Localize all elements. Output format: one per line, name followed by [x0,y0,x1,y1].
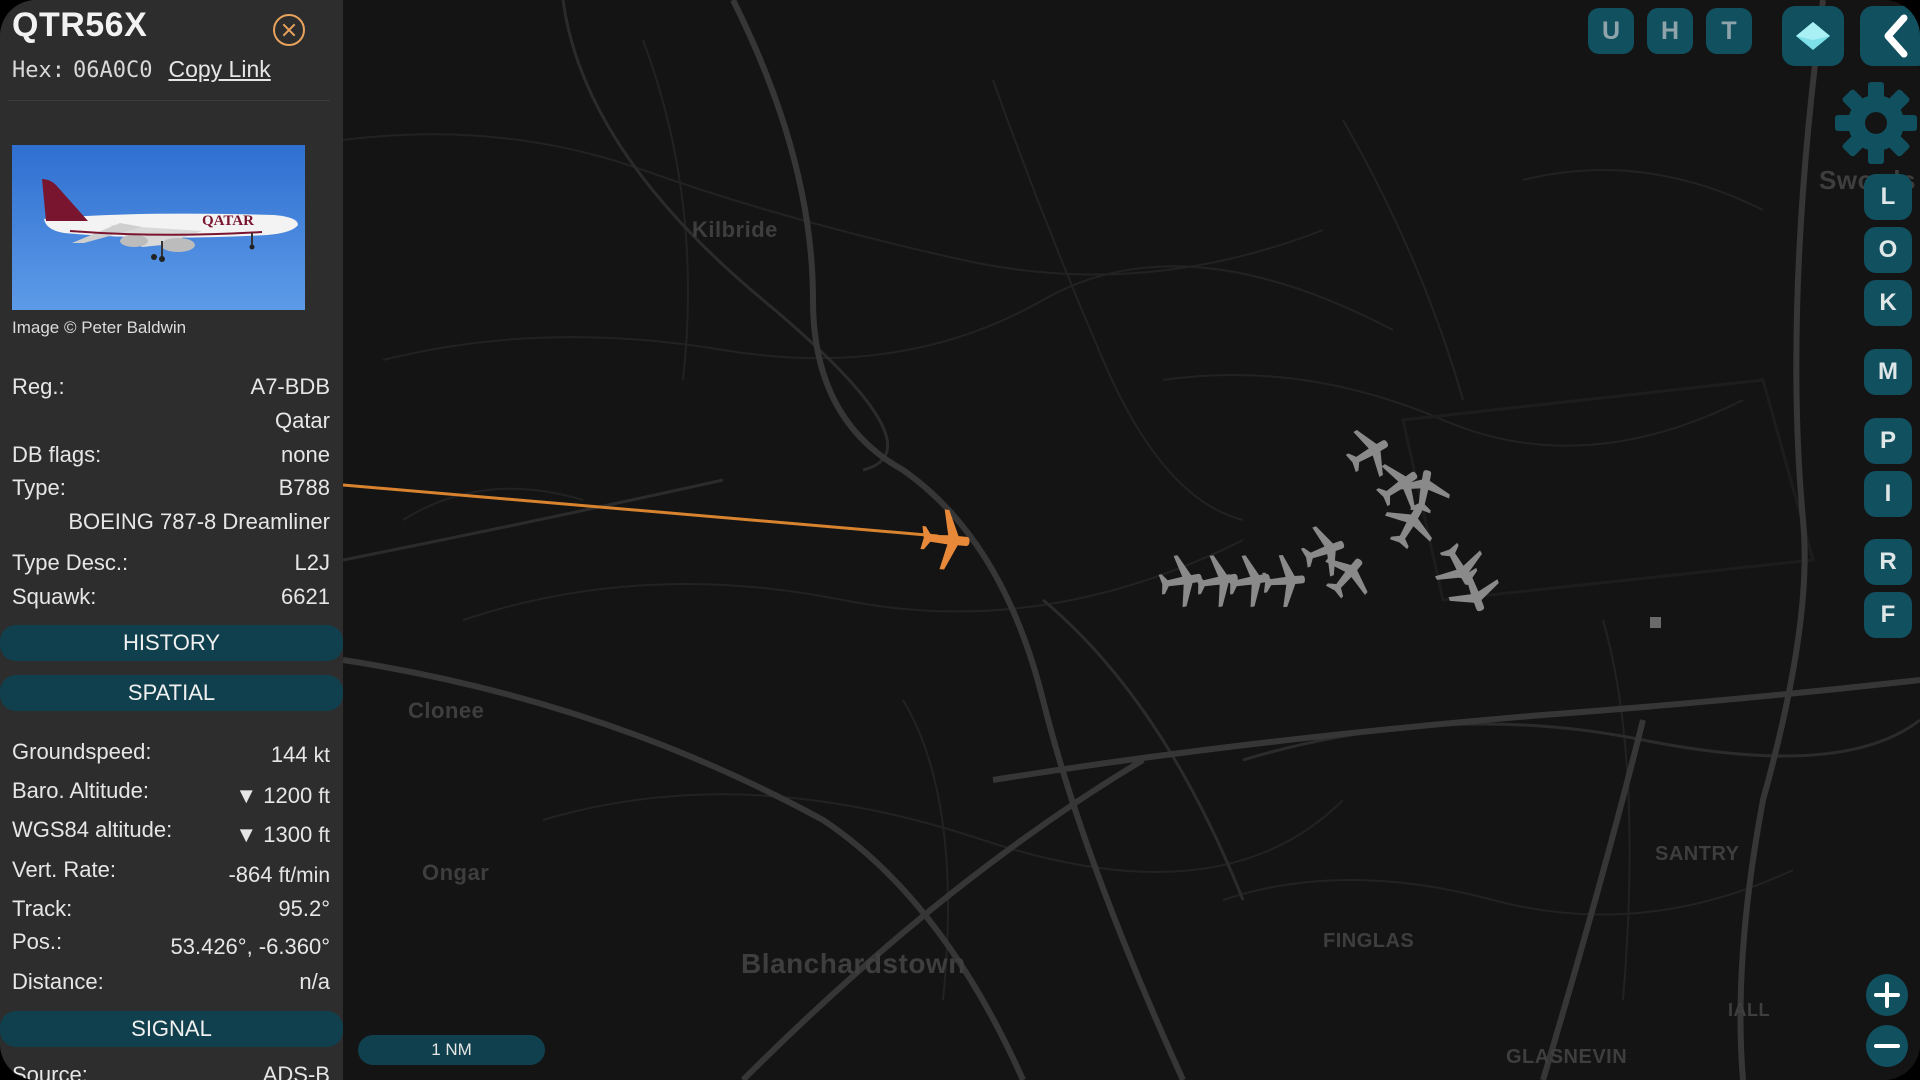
toolbar-button-i[interactable]: I [1864,471,1912,517]
position-value: 53.426°, -6.360° [170,934,331,959]
vertical-rate-value: -864 ft/min [228,862,330,887]
db-flags-label: DB flags: [12,442,102,467]
history-section-toggle[interactable]: HISTORY [0,625,343,661]
vertical-rate-label: Vert. Rate: [12,857,116,882]
type-desc-value: L2J [294,550,330,575]
distance-value: n/a [299,969,330,994]
map-view[interactable]: Kilbride Clonee Ongar Blanchardstown SAN… [343,0,1920,1080]
type-value: B788 [278,475,330,500]
hex-row: Hex: 06A0C0 Copy Link [12,56,271,83]
hex-label: Hex: [12,58,65,83]
chevron-left-icon [1884,14,1908,58]
copy-link[interactable]: Copy Link [168,56,270,82]
source-label: Source: [12,1062,88,1080]
aircraft-icon[interactable] [1337,419,1401,487]
hex-value: 06A0C0 [72,58,153,83]
wgs84-altitude-value: ▼ 1300 ft [235,822,330,847]
toolbar-button-u[interactable]: U [1588,8,1634,54]
toolbar-button-o[interactable]: O [1864,227,1912,273]
track-label: Track: [12,896,73,921]
groundspeed-label: Groundspeed: [12,739,152,764]
position-label: Pos.: [12,929,63,954]
aircraft-icon[interactable] [1394,465,1454,517]
aircraft-icon[interactable] [1425,534,1493,598]
spatial-section-toggle[interactable]: SPATIAL [0,675,343,711]
toolbar-button-p[interactable]: P [1864,418,1912,464]
photo-livery-text: QATAR [202,213,254,229]
zoom-out-button[interactable] [1866,1025,1908,1067]
signal-section-toggle[interactable]: SIGNAL [0,1011,343,1047]
aircraft-icon[interactable] [1442,562,1506,620]
aircraft-icon[interactable] [1295,519,1353,583]
app-frame: QTR56X Hex: 06A0C0 Copy Link QATAR Image… [0,0,1920,1080]
settings-button[interactable] [1833,80,1919,166]
toolbar-button-k[interactable]: K [1864,280,1912,326]
type-desc-label: Type Desc.: [12,550,129,575]
zoom-in-button[interactable] [1866,974,1908,1016]
aircraft-photo[interactable]: QATAR [12,145,305,310]
track-value: 95.2° [278,896,330,921]
toolbar-button-r[interactable]: R [1864,539,1912,585]
aircraft-icon[interactable] [1375,494,1443,558]
reg-value: A7-BDB [250,374,330,399]
layers-button[interactable] [1782,6,1844,66]
source-value: ADS-B [262,1062,330,1080]
squawk-value: 6621 [281,584,330,609]
type-name-value: BOEING 787-8 Dreamliner [68,509,330,534]
close-panel-button[interactable] [273,14,305,46]
db-flags-value: none [281,442,330,467]
layers-icon [1796,22,1830,50]
collapse-panel-button[interactable] [1860,6,1920,66]
baro-altitude-value: ▼ 1200 ft [235,783,330,808]
baro-altitude-label: Baro. Altitude: [12,778,149,803]
toolbar-button-h[interactable]: H [1647,8,1693,54]
reg-label: Reg.: [12,374,65,399]
callsign-title: QTR56X [12,6,148,44]
wgs84-altitude-label: WGS84 altitude: [12,817,173,842]
gear-icon [1835,82,1917,164]
toolbar-button-m[interactable]: M [1864,349,1912,395]
aircraft-info-panel: QTR56X Hex: 06A0C0 Copy Link QATAR Image… [0,0,343,1080]
groundspeed-value: 144 kt [270,742,330,767]
operator-value: Qatar [274,408,330,433]
distance-label: Distance: [12,969,104,994]
aircraft-icon[interactable] [1260,553,1308,609]
toolbar-button-l[interactable]: L [1864,174,1912,220]
map-scale-bar: 1 NM [358,1035,545,1065]
squawk-label: Squawk: [12,584,97,609]
toolbar-button-f[interactable]: F [1864,592,1912,638]
aircraft-layer [918,419,1506,620]
photo-credit: Image © Peter Baldwin [12,318,187,337]
toolbar-button-t[interactable]: T [1706,8,1752,54]
divider [8,100,330,101]
selected-aircraft-icon[interactable] [918,507,973,572]
type-label: Type: [12,475,66,500]
